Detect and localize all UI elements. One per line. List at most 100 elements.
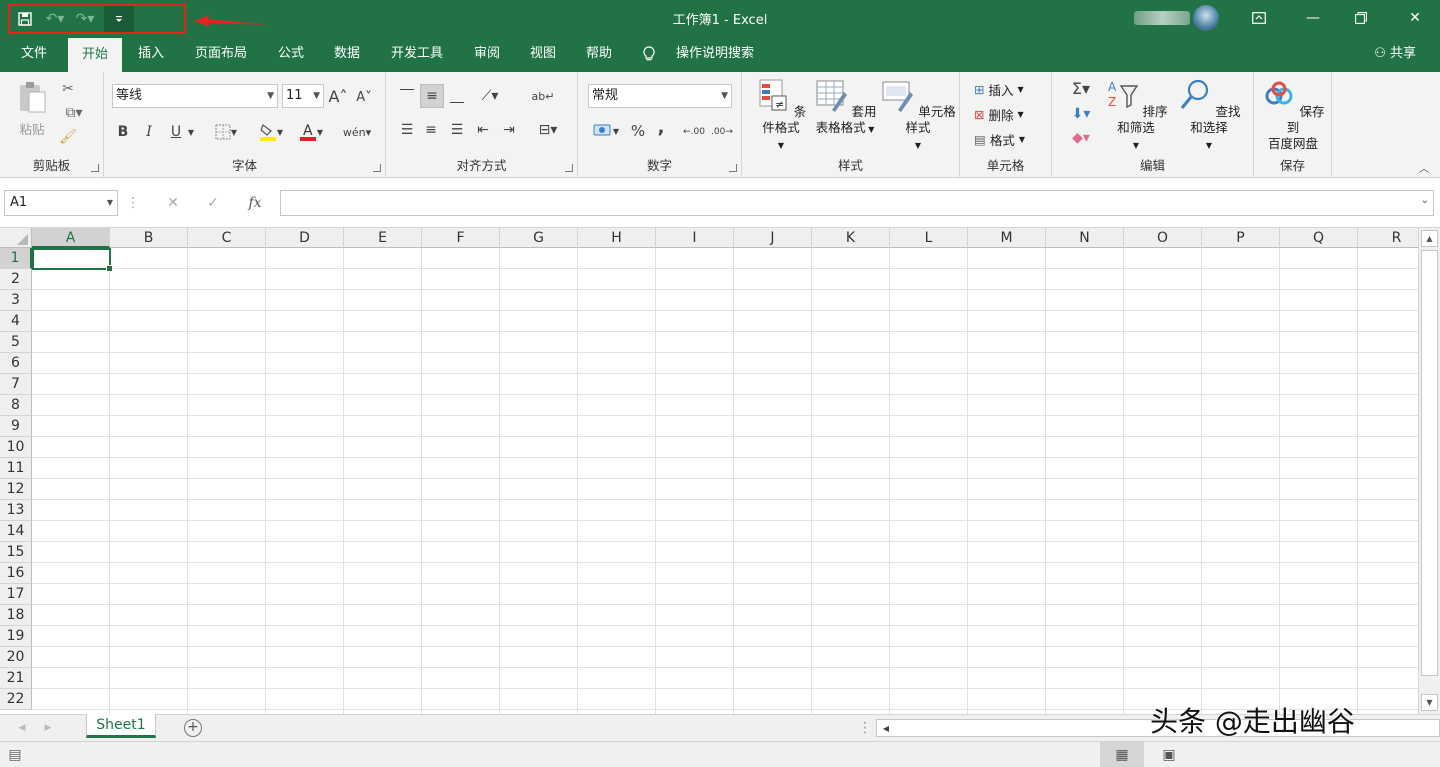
copy-icon[interactable]: ⧉▾ xyxy=(58,104,90,122)
fill-color-icon[interactable]: ▼ xyxy=(254,120,288,144)
paste-button[interactable]: 粘贴 xyxy=(12,80,52,138)
tab-file[interactable]: 文件 xyxy=(12,36,56,72)
row-header[interactable]: 13 xyxy=(0,500,32,521)
font-size-combo[interactable]: 11 ▼ xyxy=(282,84,324,108)
tab-developer[interactable]: 开发工具 xyxy=(380,36,454,72)
row-header[interactable]: 18 xyxy=(0,605,32,626)
normal-view-icon[interactable]: ▦ xyxy=(1100,742,1144,767)
underline-button[interactable]: U xyxy=(166,122,186,142)
column-header[interactable]: G xyxy=(500,228,578,248)
font-launcher-icon[interactable] xyxy=(373,164,381,172)
tab-page-layout[interactable]: 页面布局 xyxy=(186,36,256,72)
row-header[interactable]: 5 xyxy=(0,332,32,353)
active-cell-a1[interactable] xyxy=(32,248,113,272)
column-header[interactable]: P xyxy=(1202,228,1280,248)
row-header[interactable]: 22 xyxy=(0,689,32,710)
column-header[interactable]: M xyxy=(968,228,1046,248)
select-all-corner[interactable] xyxy=(0,228,32,248)
autosum-icon[interactable]: Σ▾ xyxy=(1064,78,1098,98)
tab-help[interactable]: 帮助 xyxy=(576,36,622,72)
increase-decimal-icon[interactable]: ← .00 xyxy=(682,120,706,144)
delete-cells-button[interactable]: ⊠ 删除 ▼ xyxy=(974,105,1024,124)
number-launcher-icon[interactable] xyxy=(729,164,737,172)
underline-dropdown-icon[interactable]: ▼ xyxy=(186,122,196,142)
vertical-scrollbar[interactable]: ▲ ▼ xyxy=(1418,228,1440,714)
bold-button[interactable]: B xyxy=(114,122,132,142)
decrease-font-icon[interactable]: A˅ xyxy=(354,88,374,106)
increase-font-icon[interactable]: A˄ xyxy=(328,86,348,106)
formula-input[interactable]: ⌄ xyxy=(280,190,1434,216)
merge-center-icon[interactable]: ⊟▾ xyxy=(530,120,566,140)
row-header[interactable]: 8 xyxy=(0,395,32,416)
increase-indent-icon[interactable]: ⇥ xyxy=(498,120,520,140)
row-header[interactable]: 17 xyxy=(0,584,32,605)
close-icon[interactable]: ✕ xyxy=(1392,0,1438,36)
row-header[interactable]: 19 xyxy=(0,626,32,647)
scroll-left-icon[interactable]: ◀ xyxy=(879,720,893,736)
insert-function-button[interactable]: fx xyxy=(242,192,268,214)
fill-icon[interactable]: ⬇▾ xyxy=(1064,104,1098,124)
align-left-icon[interactable]: ☰ xyxy=(396,120,418,140)
row-header[interactable]: 9 xyxy=(0,416,32,437)
save-to-baidu-button[interactable]: 保存到 百度网盘 xyxy=(1258,78,1328,152)
find-select-button[interactable]: 查找和选择 ▼ xyxy=(1172,78,1246,154)
share-button[interactable]: ⚇ 共享 xyxy=(1374,36,1416,72)
row-header[interactable]: 7 xyxy=(0,374,32,395)
row-header[interactable]: 1 xyxy=(0,248,32,269)
tab-formulas[interactable]: 公式 xyxy=(268,36,314,72)
conditional-formatting-button[interactable]: ≠ 条件格式 ▼ xyxy=(750,78,812,154)
tab-review[interactable]: 审阅 xyxy=(464,36,510,72)
column-header[interactable]: J xyxy=(734,228,812,248)
row-header[interactable]: 11 xyxy=(0,458,32,479)
vertical-scroll-thumb[interactable] xyxy=(1421,250,1438,676)
row-header[interactable]: 4 xyxy=(0,311,32,332)
percent-style-button[interactable]: % xyxy=(628,120,648,142)
scroll-down-icon[interactable]: ▼ xyxy=(1421,694,1438,711)
row-header[interactable]: 2 xyxy=(0,269,32,290)
align-center-icon[interactable]: ≡ xyxy=(420,120,442,140)
ribbon-display-options-icon[interactable] xyxy=(1236,0,1282,36)
column-header[interactable]: I xyxy=(656,228,734,248)
scroll-up-icon[interactable]: ▲ xyxy=(1421,230,1438,247)
row-header[interactable]: 3 xyxy=(0,290,32,311)
next-sheet-icon[interactable]: ▶ xyxy=(40,719,56,737)
row-header[interactable]: 14 xyxy=(0,521,32,542)
comma-style-button[interactable]: , xyxy=(654,116,668,138)
insert-cells-button[interactable]: ⊞ 插入 ▼ xyxy=(974,80,1024,99)
sheet-tab-sheet1[interactable]: Sheet1 xyxy=(86,714,156,738)
wrap-text-icon[interactable]: ab↵ xyxy=(532,84,555,108)
add-sheet-button[interactable]: + xyxy=(184,719,202,737)
row-header[interactable]: 12 xyxy=(0,479,32,500)
clear-icon[interactable]: ◆▾ xyxy=(1064,128,1098,148)
align-middle-icon[interactable]: ≡ xyxy=(420,84,444,108)
column-header[interactable]: K xyxy=(812,228,890,248)
expand-formula-icon[interactable]: ⌄ xyxy=(1421,195,1429,206)
cell-styles-button[interactable]: 单元格样式 ▼ xyxy=(880,78,956,154)
column-header[interactable]: N xyxy=(1046,228,1124,248)
tab-data[interactable]: 数据 xyxy=(324,36,370,72)
tab-home[interactable]: 开始 xyxy=(68,38,122,72)
decrease-decimal-icon[interactable]: .00 → xyxy=(710,120,734,144)
phonetic-guide-icon[interactable]: wén▾ xyxy=(340,120,374,144)
format-as-table-button[interactable]: 套用 表格格式 ▼ xyxy=(812,78,878,138)
column-header[interactable]: Q xyxy=(1280,228,1358,248)
minimize-icon[interactable]: — xyxy=(1290,0,1336,36)
collapse-ribbon-icon[interactable]: ︿ xyxy=(1416,160,1432,175)
tab-view[interactable]: 视图 xyxy=(520,36,566,72)
row-header[interactable]: 20 xyxy=(0,647,32,668)
page-layout-view-icon[interactable]: ▣ xyxy=(1154,742,1184,767)
column-header[interactable]: E xyxy=(344,228,422,248)
column-header[interactable]: D xyxy=(266,228,344,248)
align-right-icon[interactable]: ☰ xyxy=(446,120,468,140)
format-painter-icon[interactable]: 🖌 xyxy=(58,128,78,146)
prev-sheet-icon[interactable]: ◀ xyxy=(14,719,30,737)
row-header[interactable]: 16 xyxy=(0,563,32,584)
row-header[interactable]: 6 xyxy=(0,353,32,374)
tab-split-grip-icon[interactable]: ⋮ xyxy=(858,719,872,737)
decrease-indent-icon[interactable]: ⇤ xyxy=(472,120,494,140)
cut-icon[interactable]: ✂ xyxy=(58,80,78,98)
tell-me-search[interactable]: 操作说明搜索 xyxy=(670,36,760,72)
font-name-combo[interactable]: 等线 ▼ xyxy=(112,84,278,108)
column-header[interactable]: B xyxy=(110,228,188,248)
align-bottom-icon[interactable]: ⎽ xyxy=(446,86,468,106)
